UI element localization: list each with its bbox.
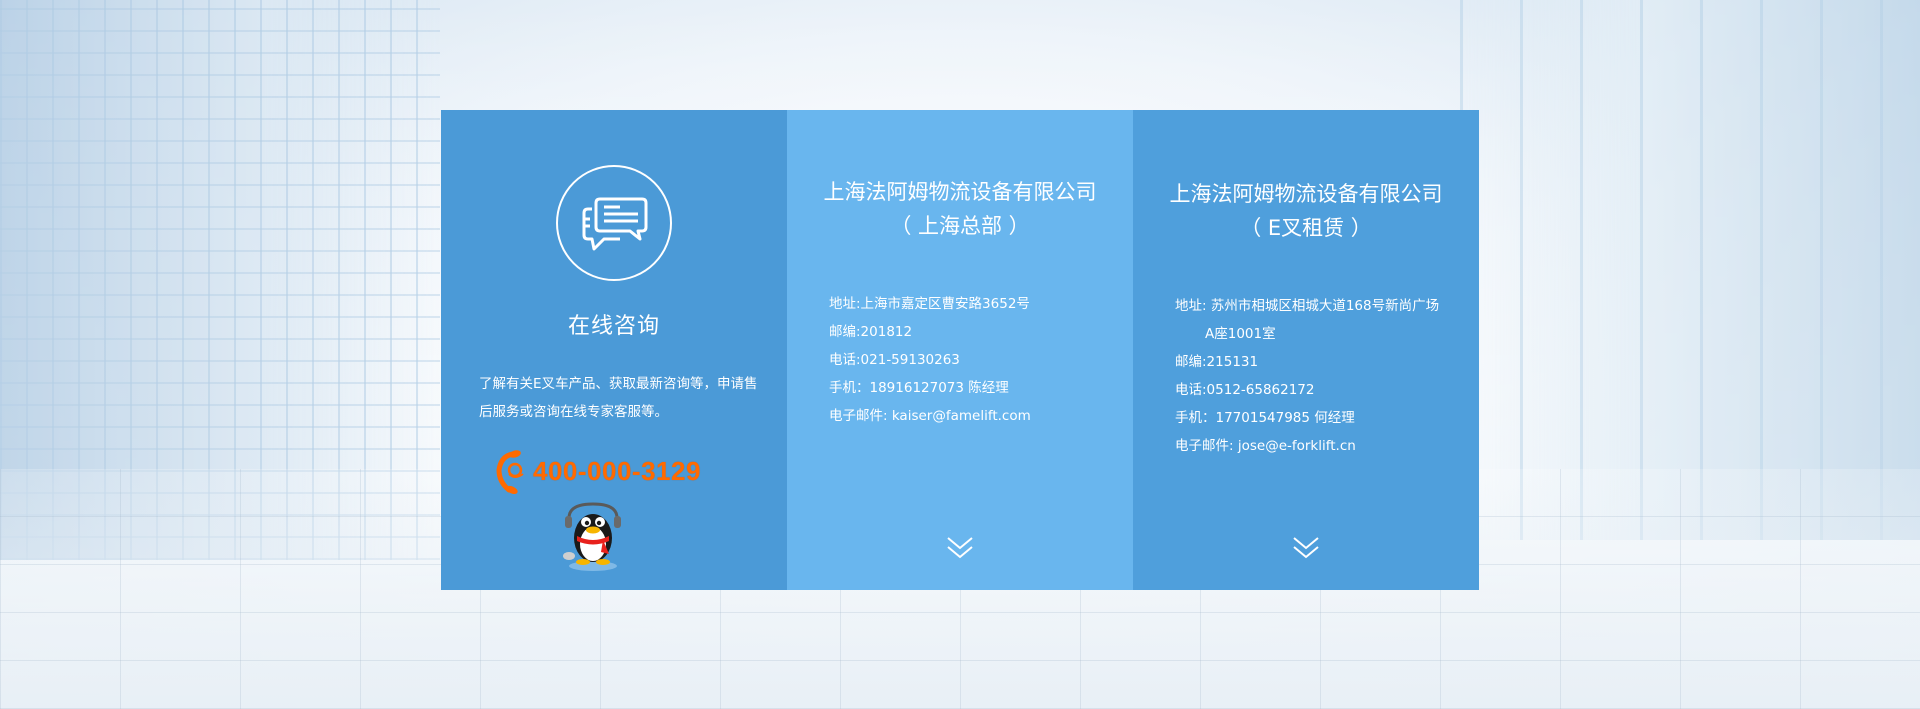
email-link[interactable]: 电子邮件: kaiser@famelift.com (829, 402, 1119, 430)
phone-text: 电话:021-59130263 (829, 352, 960, 368)
mobile-text: 手机：18916127073 陈经理 (829, 380, 1009, 396)
e-forklift-rental-card: 上海法阿姆物流设备有限公司 （ E叉租赁 ） 地址: 苏州市相城区相城大道168… (1133, 110, 1479, 590)
background-building-right (1460, 0, 1920, 540)
online-consult-card: 在线咨询 了解有关E叉车产品、获取最新咨询等，申请售后服务或咨询在线专家客服等。… (441, 110, 787, 590)
phone-icon (496, 450, 524, 494)
company-name: 上海法阿姆物流设备有限公司 (1169, 182, 1443, 206)
company-branch: （ 上海总部 ） (890, 214, 1030, 238)
consult-description: 了解有关E叉车产品、获取最新咨询等，申请售后服务或咨询在线专家客服等。 (479, 376, 758, 420)
phone-text: 电话:0512-65862172 (1175, 382, 1315, 398)
address-text: 地址:上海市嘉定区曹安路3652号 (829, 296, 1030, 312)
hotline-link[interactable]: 400-000-3129 (493, 448, 701, 494)
address-text: 地址: 苏州市相城区相城大道168号新尚广场 (1175, 298, 1440, 314)
shanghai-hq-card: 上海法阿姆物流设备有限公司 （ 上海总部 ） 地址:上海市嘉定区曹安路3652号… (787, 110, 1133, 590)
email-link[interactable]: 电子邮件: jose@e-forklift.cn (1175, 432, 1465, 460)
contact-info-list: 地址:上海市嘉定区曹安路3652号 邮编:201812 电话:021-59130… (829, 290, 1119, 430)
chat-bubbles-icon[interactable] (556, 165, 672, 281)
address-text-line2: A座1001室 (1205, 326, 1276, 342)
contact-info-list: 地址: 苏州市相城区相城大道168号新尚广场 A座1001室 邮编:215131… (1175, 292, 1465, 460)
double-chevron-down-icon[interactable] (946, 534, 974, 562)
mobile-text: 手机：17701547985 何经理 (1175, 410, 1355, 426)
qq-penguin-icon[interactable] (559, 498, 627, 574)
company-name: 上海法阿姆物流设备有限公司 (823, 180, 1097, 204)
postcode-text: 邮编:215131 (1175, 354, 1259, 370)
postcode-text: 邮编:201812 (829, 324, 913, 340)
contact-panel: 在线咨询 了解有关E叉车产品、获取最新咨询等，申请售后服务或咨询在线专家客服等。… (441, 110, 1479, 590)
double-chevron-down-icon[interactable] (1292, 534, 1320, 562)
hotline-number[interactable]: 400-000-3129 (533, 456, 701, 487)
company-branch: （ E叉租赁 ） (1240, 216, 1372, 240)
consult-title: 在线咨询 (567, 314, 660, 339)
